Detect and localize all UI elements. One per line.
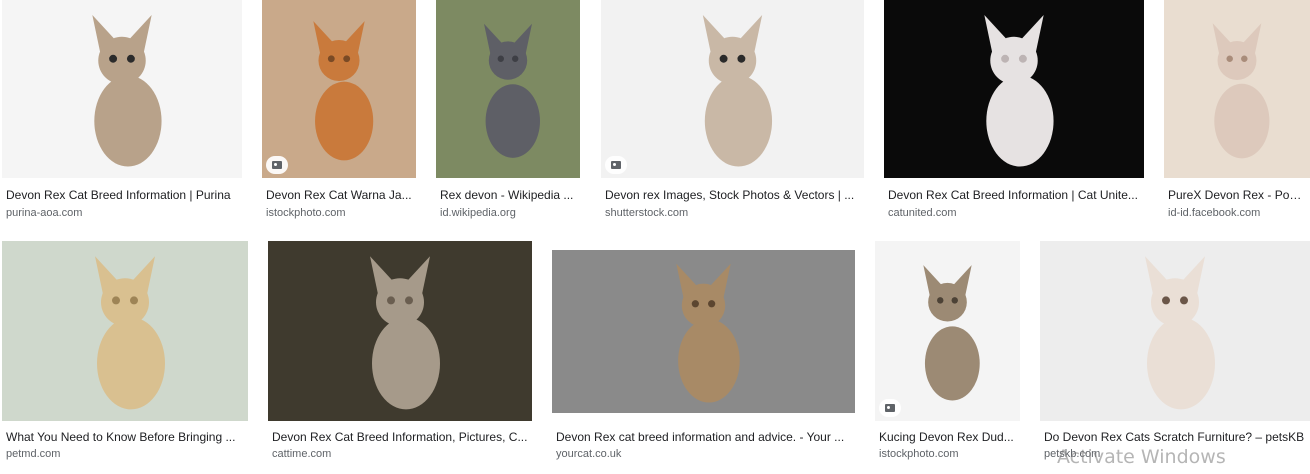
result-title[interactable]: Do Devon Rex Cats Scratch Furniture? – p… <box>1044 430 1306 445</box>
result-source[interactable]: cattime.com <box>272 447 528 461</box>
image-result[interactable]: What You Need to Know Before Bringing ..… <box>2 241 248 471</box>
cat-photo <box>2 241 248 421</box>
result-source[interactable]: shutterstock.com <box>605 206 860 220</box>
image-result[interactable]: Devon rex Images, Stock Photos & Vectors… <box>601 0 864 230</box>
cat-photo <box>601 0 864 178</box>
result-title[interactable]: Devon Rex Cat Warna Ja... <box>266 188 412 203</box>
result-title[interactable]: Kucing Devon Rex Dud... <box>879 430 1016 445</box>
cat-photo <box>262 0 416 178</box>
image-thumbnail[interactable] <box>875 241 1020 421</box>
result-source[interactable]: purina-aoa.com <box>6 206 238 220</box>
image-thumbnail[interactable] <box>552 250 855 413</box>
image-thumbnail[interactable] <box>268 241 532 421</box>
image-icon <box>879 399 901 417</box>
image-result[interactable]: Devon Rex Cat Warna Ja... istockphoto.co… <box>262 0 416 230</box>
result-source[interactable]: id-id.facebook.com <box>1168 206 1306 220</box>
image-icon <box>605 156 627 174</box>
image-result[interactable]: Devon Rex Cat Breed Information | Cat Un… <box>884 0 1144 230</box>
cat-photo <box>436 0 580 178</box>
result-title[interactable]: Devon Rex Cat Breed Information | Cat Un… <box>888 188 1140 203</box>
image-result[interactable]: PureX Devon Rex - Post... id-id.facebook… <box>1164 0 1310 230</box>
image-thumbnail[interactable] <box>2 0 242 178</box>
result-source[interactable]: istockphoto.com <box>266 206 412 220</box>
result-title[interactable]: Devon Rex Cat Breed Information, Picture… <box>272 430 528 445</box>
image-thumbnail[interactable] <box>436 0 580 178</box>
cat-photo <box>875 241 1020 421</box>
result-title[interactable]: Devon Rex Cat Breed Information | Purina <box>6 188 238 203</box>
result-title[interactable]: Devon rex Images, Stock Photos & Vectors… <box>605 188 860 203</box>
image-result[interactable]: Devon Rex Cat Breed Information | Purina… <box>2 0 242 230</box>
image-result[interactable]: Devon Rex Cat Breed Information, Picture… <box>268 241 532 471</box>
image-result[interactable]: Do Devon Rex Cats Scratch Furniture? – p… <box>1040 241 1310 471</box>
result-title[interactable]: Devon Rex cat breed information and advi… <box>556 430 851 445</box>
image-result[interactable]: Kucing Devon Rex Dud... istockphoto.com <box>875 241 1020 471</box>
cat-photo <box>1164 0 1310 178</box>
cat-photo <box>884 0 1144 178</box>
result-title[interactable]: PureX Devon Rex - Post... <box>1168 188 1306 203</box>
result-source[interactable]: petmd.com <box>6 447 244 461</box>
image-result[interactable]: Rex devon - Wikipedia ... id.wikipedia.o… <box>436 0 580 230</box>
image-result[interactable]: Devon Rex cat breed information and advi… <box>552 241 855 471</box>
cat-photo <box>1040 241 1310 421</box>
result-source[interactable]: yourcat.co.uk <box>556 447 851 461</box>
result-title[interactable]: Rex devon - Wikipedia ... <box>440 188 576 203</box>
image-thumbnail[interactable] <box>262 0 416 178</box>
result-source[interactable]: catunited.com <box>888 206 1140 220</box>
activate-windows-watermark: Activate Windows <box>1057 446 1226 468</box>
cat-photo <box>2 0 242 178</box>
image-thumbnail[interactable] <box>884 0 1144 178</box>
image-thumbnail[interactable] <box>1040 241 1310 421</box>
result-source[interactable]: id.wikipedia.org <box>440 206 576 220</box>
cat-photo <box>552 250 855 413</box>
cat-photo <box>268 241 532 421</box>
result-source[interactable]: istockphoto.com <box>879 447 1016 461</box>
image-icon <box>266 156 288 174</box>
image-thumbnail[interactable] <box>2 241 248 421</box>
image-thumbnail[interactable] <box>601 0 864 178</box>
image-thumbnail[interactable] <box>1164 0 1310 178</box>
result-title[interactable]: What You Need to Know Before Bringing ..… <box>6 430 244 445</box>
